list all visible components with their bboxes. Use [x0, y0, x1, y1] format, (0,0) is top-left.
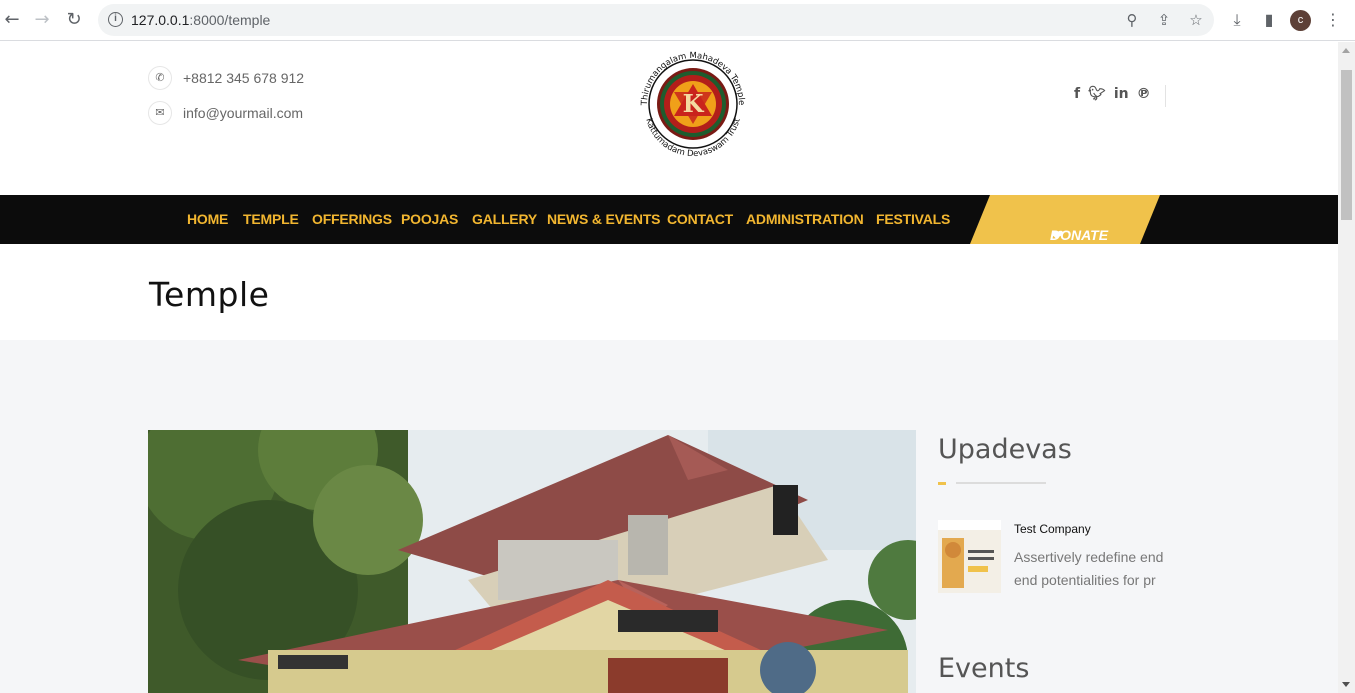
browser-toolbar: ← → ↻ i 127.0.0.1:8000/temple ⚲ ⇪ ☆ ⤓ ▮ … — [0, 0, 1355, 41]
title-accent — [938, 482, 946, 485]
nav-item-home[interactable]: HOME — [187, 211, 228, 227]
nav-item-administration[interactable]: ADMINISTRATION — [746, 211, 864, 227]
scroll-down-arrow-icon[interactable] — [1342, 682, 1350, 687]
temple-logo[interactable]: K Thirumangalam Mahadeva Temple Kattumad… — [633, 42, 753, 158]
envelope-icon: ✉ — [148, 101, 172, 125]
scroll-up-arrow-icon[interactable] — [1342, 48, 1350, 53]
nav-item-contact[interactable]: CONTACT — [667, 211, 733, 227]
social-divider — [1165, 85, 1166, 107]
email-text: info@yourmail.com — [183, 105, 304, 121]
linkedin-icon[interactable]: in — [1114, 86, 1129, 102]
zoom-icon[interactable]: ⚲ — [1124, 12, 1140, 28]
social-links: f 🐦︎ in ℗ — [1074, 86, 1159, 102]
page-scrollbar[interactable] — [1338, 42, 1355, 693]
site-info-icon[interactable]: i — [108, 12, 123, 27]
profile-avatar[interactable]: c — [1290, 10, 1311, 31]
nav-item-festivals[interactable]: FESTIVALS — [876, 211, 950, 227]
upadeva-name[interactable]: Test Company — [1014, 522, 1091, 536]
share-icon[interactable]: ⇪ — [1156, 12, 1172, 28]
svg-text:K: K — [683, 89, 705, 118]
scrollbar-thumb[interactable] — [1341, 70, 1352, 220]
url-text[interactable]: 127.0.0.1:8000/temple — [131, 12, 270, 28]
heart-icon: ❤ — [1050, 227, 1062, 243]
donate-button[interactable]: DONATE NOW ❤ — [970, 195, 1160, 244]
bookmark-star-icon[interactable]: ☆ — [1188, 12, 1204, 28]
forward-arrow-icon[interactable]: → — [32, 10, 52, 30]
address-bar[interactable]: i 127.0.0.1:8000/temple ⚲ ⇪ ☆ — [98, 4, 1214, 36]
temple-photo — [148, 430, 916, 693]
phone-icon: ✆ — [148, 66, 172, 90]
upadeva-thumbnail[interactable] — [938, 520, 1001, 593]
main-navigation: HOME TEMPLE OFFERINGS POOJAS GALLERY NEW… — [0, 195, 1338, 244]
side-panel-icon[interactable]: ▮ — [1259, 10, 1279, 30]
upadevas-title: Upadevas — [938, 434, 1072, 465]
reload-icon[interactable]: ↻ — [64, 10, 84, 30]
page-title: Temple — [149, 275, 270, 314]
nav-item-temple[interactable]: TEMPLE — [243, 211, 299, 227]
url-path: :8000/temple — [189, 12, 271, 28]
upadeva-description: Assertively redefine end end potentialit… — [1014, 549, 1164, 588]
download-icon[interactable]: ⤓ — [1227, 10, 1247, 30]
web-page: ✆ +8812 345 678 912 ✉ info@yourmail.com … — [0, 42, 1338, 693]
main-content: Upadevas Test Company Assertively redefi… — [0, 340, 1338, 693]
facebook-icon[interactable]: f — [1074, 86, 1080, 102]
nav-item-offerings[interactable]: OFFERINGS — [312, 211, 392, 227]
url-host: 127.0.0.1 — [131, 12, 190, 28]
nav-item-poojas[interactable]: POOJAS — [401, 211, 458, 227]
back-arrow-icon[interactable]: ← — [2, 10, 22, 30]
phone-contact: ✆ +8812 345 678 912 — [148, 66, 304, 90]
title-underline — [956, 482, 1046, 484]
phone-text: +8812 345 678 912 — [183, 70, 305, 86]
pinterest-icon[interactable]: ℗ — [1137, 86, 1151, 102]
twitter-icon[interactable]: 🐦︎ — [1088, 86, 1106, 102]
email-contact: ✉ info@yourmail.com — [148, 101, 303, 125]
events-title: Events — [938, 653, 1030, 684]
nav-item-gallery[interactable]: GALLERY — [472, 211, 537, 227]
menu-kebab-icon[interactable]: ⋮ — [1323, 10, 1343, 30]
page-title-band: Temple — [0, 244, 1338, 340]
nav-item-news-events[interactable]: NEWS & EVENTS — [547, 211, 661, 227]
